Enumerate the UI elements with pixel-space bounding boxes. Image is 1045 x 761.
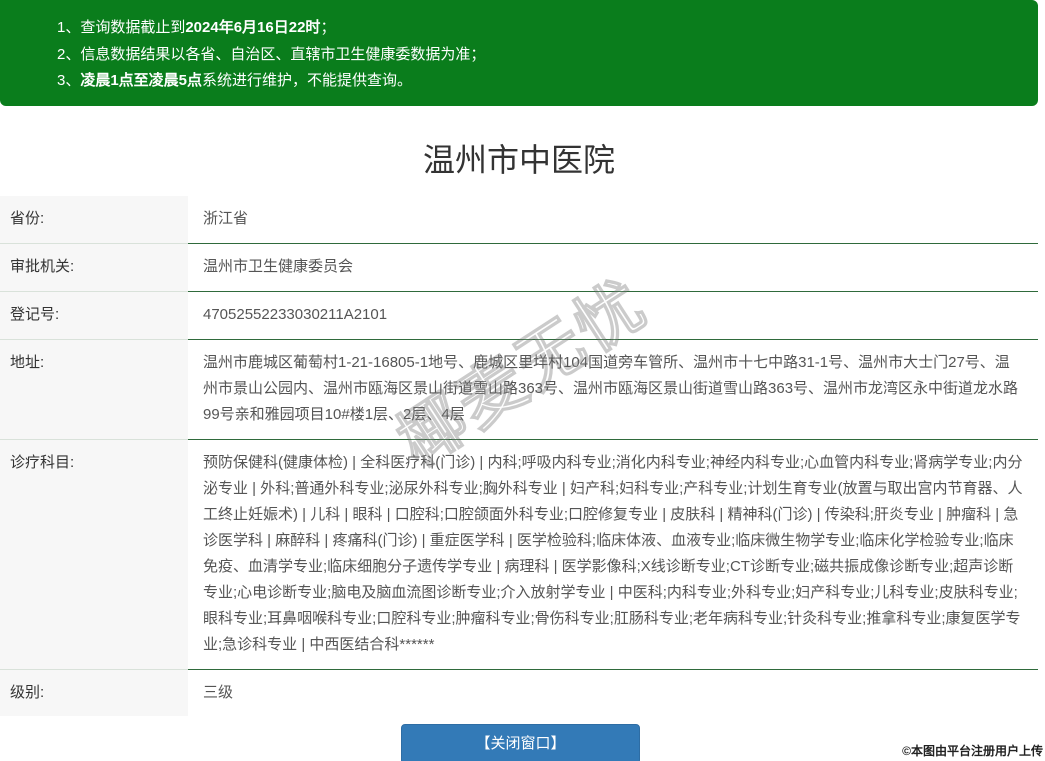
hospital-name: 温州市中医院 <box>422 142 615 178</box>
detail-label: 级别: <box>0 670 188 718</box>
notice-banner: 1、查询数据截止到2024年6月16日22时； 2、信息数据结果以各省、自治区、… <box>0 0 1038 106</box>
notice-line-2: 2、信息数据结果以各省、自治区、直辖市卫生健康委数据为准； <box>57 42 1038 69</box>
detail-value: 47052552233030211A2101 <box>188 292 1038 340</box>
detail-value: 温州市卫生健康委员会 <box>188 244 1038 292</box>
notice-line-3-text: 系统进行维护，不能提供查询。 <box>202 72 413 89</box>
detail-label: 省份: <box>0 196 188 244</box>
detail-label: 地址: <box>0 340 188 440</box>
detail-value: 预防保健科(健康体检) | 全科医疗科(门诊) | 内科;呼吸内科专业;消化内科… <box>188 440 1038 670</box>
detail-label: 审批机关: <box>0 244 188 292</box>
detail-row-address: 地址: 温州市鹿城区葡萄村1-21-16805-1地号、鹿城区里垟村104国道旁… <box>0 340 1038 440</box>
detail-row-registration: 登记号: 47052552233030211A2101 <box>0 292 1038 340</box>
notice-line-1-end: ； <box>320 19 336 36</box>
notice-line-1-date: 2024年6月16日22时 <box>185 19 321 36</box>
detail-value: 浙江省 <box>188 196 1038 244</box>
notice-line-1-text: 1、查询数据截止到 <box>57 19 186 36</box>
footer-bar: 【关闭窗口】 <box>0 716 1045 761</box>
notice-line-1: 1、查询数据截止到2024年6月16日22时； <box>57 15 1038 42</box>
detail-content: 温州市中医院 省份: 浙江省 审批机关: 温州市卫生健康委员会 登记号: 470… <box>0 106 1038 718</box>
notice-line-3-hours: 凌晨1点至凌晨5点 <box>80 72 203 89</box>
detail-table: 省份: 浙江省 审批机关: 温州市卫生健康委员会 登记号: 4705255223… <box>0 196 1038 718</box>
detail-label: 诊疗科目: <box>0 440 188 670</box>
detail-label: 登记号: <box>0 292 188 340</box>
close-window-button[interactable]: 【关闭窗口】 <box>401 724 640 761</box>
notice-line-2-text: 2、信息数据结果以各省、自治区、直辖市卫生健康委数据为准； <box>57 45 486 63</box>
detail-row-level: 级别: 三级 <box>0 670 1038 718</box>
detail-row-province: 省份: 浙江省 <box>0 196 1038 244</box>
detail-value: 温州市鹿城区葡萄村1-21-16805-1地号、鹿城区里垟村104国道旁车管所、… <box>188 340 1038 440</box>
detail-row-departments: 诊疗科目: 预防保健科(健康体检) | 全科医疗科(门诊) | 内科;呼吸内科专… <box>0 440 1038 670</box>
upload-watermark: ©本图由平台注册用户上传 <box>902 744 1043 758</box>
detail-value: 三级 <box>188 670 1038 718</box>
notice-line-3: 3、凌晨1点至凌晨5点系统进行维护，不能提供查询。 <box>57 68 1038 95</box>
notice-line-3-start: 3、 <box>57 72 81 89</box>
detail-row-authority: 审批机关: 温州市卫生健康委员会 <box>0 244 1038 292</box>
page: 1、查询数据截止到2024年6月16日22时； 2、信息数据结果以各省、自治区、… <box>0 0 1045 761</box>
